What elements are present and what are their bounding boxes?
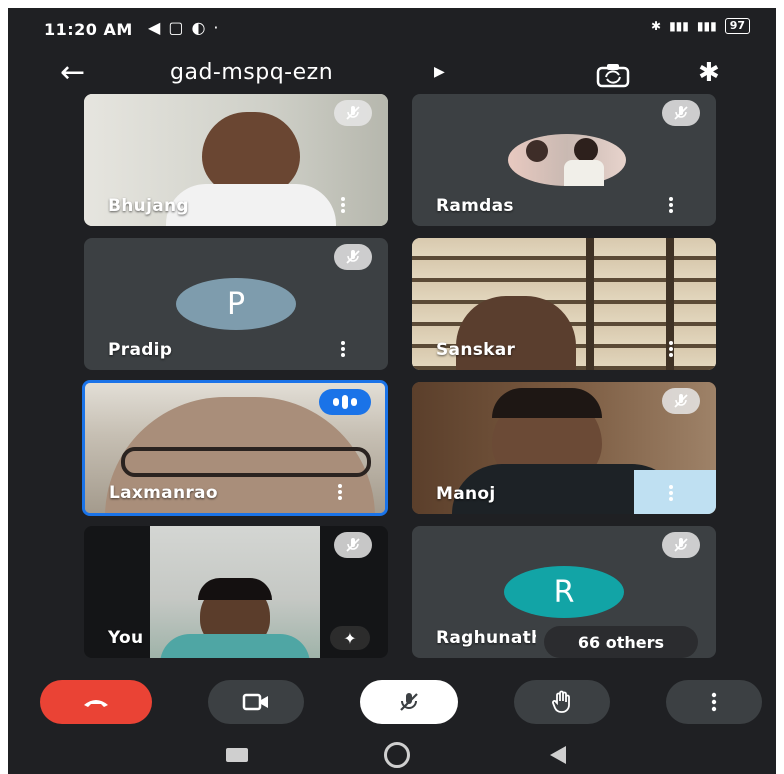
mic-off-icon [662, 532, 700, 558]
chrome-icon: ◐ [191, 18, 214, 37]
bluetooth-audio-icon[interactable]: ✱ [698, 58, 720, 88]
more-vert-icon[interactable] [340, 196, 346, 214]
more-vert-icon[interactable] [668, 340, 674, 358]
more-vert-icon[interactable] [340, 340, 346, 358]
raise-hand-button[interactable] [514, 680, 610, 724]
hair [492, 388, 602, 418]
more-vert-icon[interactable] [668, 484, 674, 502]
mic-off-icon [334, 244, 372, 270]
face [202, 112, 300, 194]
shirt-sleeve [634, 470, 716, 514]
back-icon[interactable] [550, 746, 566, 764]
more-vert-icon[interactable] [668, 196, 674, 214]
mic-off-icon [400, 693, 418, 711]
shirt [166, 184, 336, 226]
participant-tile-bhujang[interactable]: Bhujang [84, 94, 388, 226]
participant-name: Manoj [436, 484, 496, 504]
participant-name: Ramdas [436, 196, 514, 216]
caret-right-icon[interactable]: ▶ [434, 64, 445, 80]
participant-name: Sanskar [436, 340, 516, 360]
others-count-chip[interactable]: 66 others [544, 626, 698, 658]
dot-icon: · [213, 18, 227, 37]
participant-name: Raghunath [436, 628, 536, 648]
more-vert-icon [711, 692, 717, 712]
participant-tile-sanskar[interactable]: Sanskar [412, 238, 716, 370]
battery-level: 97 [729, 19, 745, 32]
signal-icon-2: ▮▮▮ [696, 19, 717, 33]
status-time: 11:20 AM [44, 20, 133, 39]
status-bar: 11:20 AM ◀▢◐· ✱ ▮▮▮ ▮▮▮ 97 [8, 8, 776, 48]
mic-off-icon [662, 100, 700, 126]
phone-screen: 11:20 AM ◀▢◐· ✱ ▮▮▮ ▮▮▮ 97 ← gad-mspq-ez… [8, 8, 776, 774]
screen-icon: ▢ [168, 18, 192, 37]
avatar-letter: P [226, 286, 246, 322]
participant-name: Laxmanrao [109, 483, 218, 503]
video-camera-icon [242, 693, 268, 711]
participant-name: Bhujang [108, 196, 189, 216]
glasses [121, 447, 371, 477]
signal-icon: ▮▮▮ [669, 19, 689, 33]
photo-person-2 [574, 138, 598, 162]
hair [198, 578, 272, 600]
self-video [150, 526, 320, 658]
home-icon[interactable] [384, 742, 410, 768]
phone-hangup-icon [84, 700, 108, 707]
camera-button[interactable] [208, 680, 304, 724]
participant-tile-manoj[interactable]: Manoj [412, 382, 716, 514]
avatar-initial: R [504, 566, 624, 618]
bluetooth-status-icon: ✱ [651, 19, 662, 33]
system-icons: ✱ ▮▮▮ ▮▮▮ 97 [651, 18, 750, 34]
hand-icon [552, 690, 570, 713]
sparkle-effects-icon[interactable]: ✦ [330, 626, 370, 650]
call-controls [8, 676, 776, 736]
end-call-button[interactable] [40, 680, 152, 724]
recents-icon[interactable] [226, 748, 248, 762]
mic-off-icon [334, 100, 372, 126]
switch-camera-icon[interactable] [596, 62, 630, 88]
mic-off-icon [662, 388, 700, 414]
notification-icons: ◀▢◐· [148, 18, 227, 37]
back-arrow-icon[interactable]: ← [60, 58, 85, 88]
shelf-divider [586, 238, 594, 370]
photo-shirt [564, 160, 604, 186]
android-navigation-bar [8, 736, 776, 774]
more-options-button[interactable] [666, 680, 762, 724]
microphone-button[interactable] [360, 680, 458, 724]
participant-tile-ramdas[interactable]: Ramdas [412, 94, 716, 226]
participant-name: Pradip [108, 340, 173, 360]
meeting-code[interactable]: gad-mspq-ezn [170, 60, 333, 85]
participant-name: You [108, 628, 144, 648]
mic-off-icon [334, 532, 372, 558]
avatar-initial: P [176, 278, 296, 330]
profile-photo [508, 134, 626, 186]
battery-icon: 97 [724, 18, 750, 34]
shirt [160, 634, 310, 658]
participant-tile-pradip[interactable]: P Pradip [84, 238, 388, 370]
telegram-icon: ◀ [148, 18, 169, 37]
participant-tile-you[interactable]: ✦ You [84, 526, 388, 658]
more-vert-icon[interactable] [337, 483, 343, 501]
participant-tile-laxmanrao[interactable]: Laxmanrao [82, 380, 388, 516]
speaking-indicator-icon [319, 389, 371, 415]
photo-person-1 [526, 140, 548, 162]
avatar-letter: R [553, 574, 575, 610]
